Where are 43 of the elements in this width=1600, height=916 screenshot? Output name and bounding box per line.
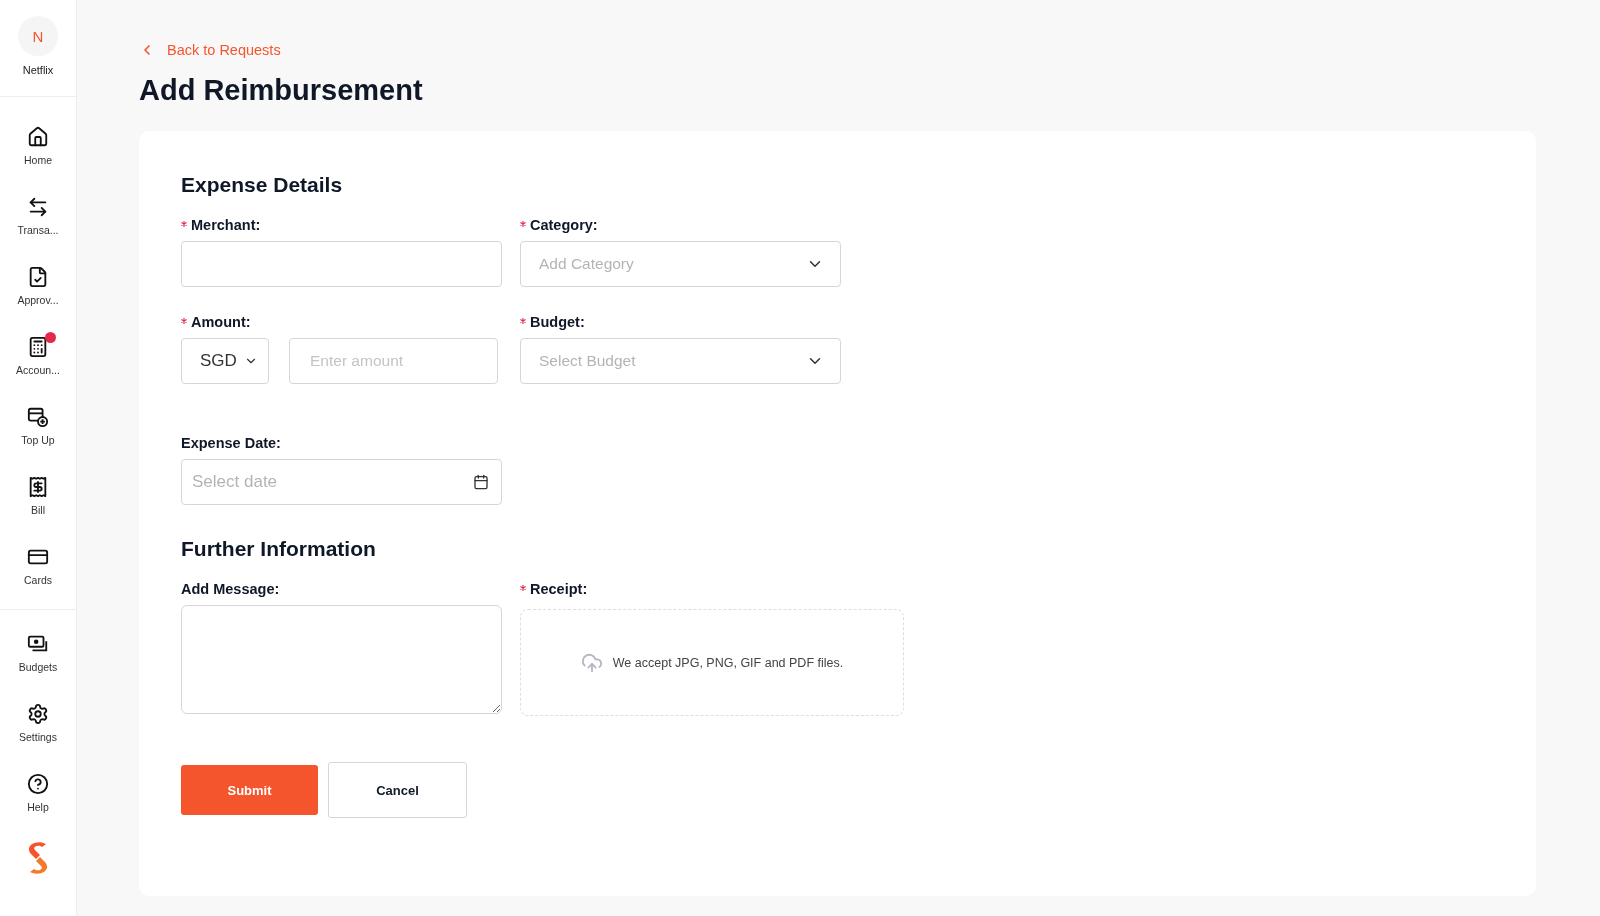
field-label: Merchant: <box>191 217 261 233</box>
section-title: Expense Details <box>181 173 344 197</box>
field-label: Budget: <box>530 314 585 330</box>
calculator-icon <box>27 336 49 358</box>
required-asterisk-icon <box>520 318 526 324</box>
field-label: Receipt: <box>530 581 588 597</box>
nav-item[interactable]: Accoun... <box>16 321 60 391</box>
nav-item[interactable]: Cards <box>24 531 52 601</box>
nav-item[interactable]: Help <box>27 758 49 828</box>
arrows-icon <box>27 196 49 218</box>
section-title: Further Information <box>181 537 377 561</box>
nav-item[interactable]: Settings <box>19 688 57 758</box>
cancel-button[interactable]: Cancel <box>328 762 467 818</box>
field-label: Amount: <box>191 314 251 330</box>
nav-item[interactable]: Transa... <box>17 181 59 251</box>
calendar-icon <box>473 474 489 490</box>
cloud-upload-icon <box>580 651 603 674</box>
field-label: Expense Date: <box>181 435 281 451</box>
org-name: Netflix <box>22 64 54 76</box>
card-plus-icon <box>27 406 49 428</box>
nav-item[interactable]: Top Up <box>21 391 55 461</box>
settings-icon <box>27 703 49 725</box>
nav-item[interactable]: Bill <box>27 461 49 531</box>
nav-item[interactable]: Budgets <box>18 618 58 688</box>
receipt-icon <box>27 476 49 498</box>
page-title: Add Reimbursement <box>139 74 424 107</box>
nav-item[interactable]: Approv... <box>17 251 59 321</box>
required-asterisk-icon <box>520 585 526 591</box>
upload-hint: We accept JPG, PNG, GIF and PDF files. <box>612 655 844 670</box>
document-check-icon <box>27 266 49 288</box>
required-asterisk-icon <box>181 318 187 324</box>
required-asterisk-icon <box>520 221 526 227</box>
home-icon <box>27 126 49 148</box>
currency-select[interactable]: SGD <box>181 338 269 384</box>
upload-dropzone[interactable]: We accept JPG, PNG, GIF and PDF files. <box>520 609 904 716</box>
field-label: Category: <box>530 217 598 233</box>
help-icon <box>27 773 49 795</box>
amount-input[interactable]: Enter amount <box>289 338 498 384</box>
nav-item[interactable]: Home <box>24 111 52 181</box>
message-textarea[interactable] <box>181 605 502 714</box>
required-asterisk-icon <box>181 221 187 227</box>
field-label: Add Message: <box>181 581 280 597</box>
text-input[interactable] <box>181 241 502 287</box>
